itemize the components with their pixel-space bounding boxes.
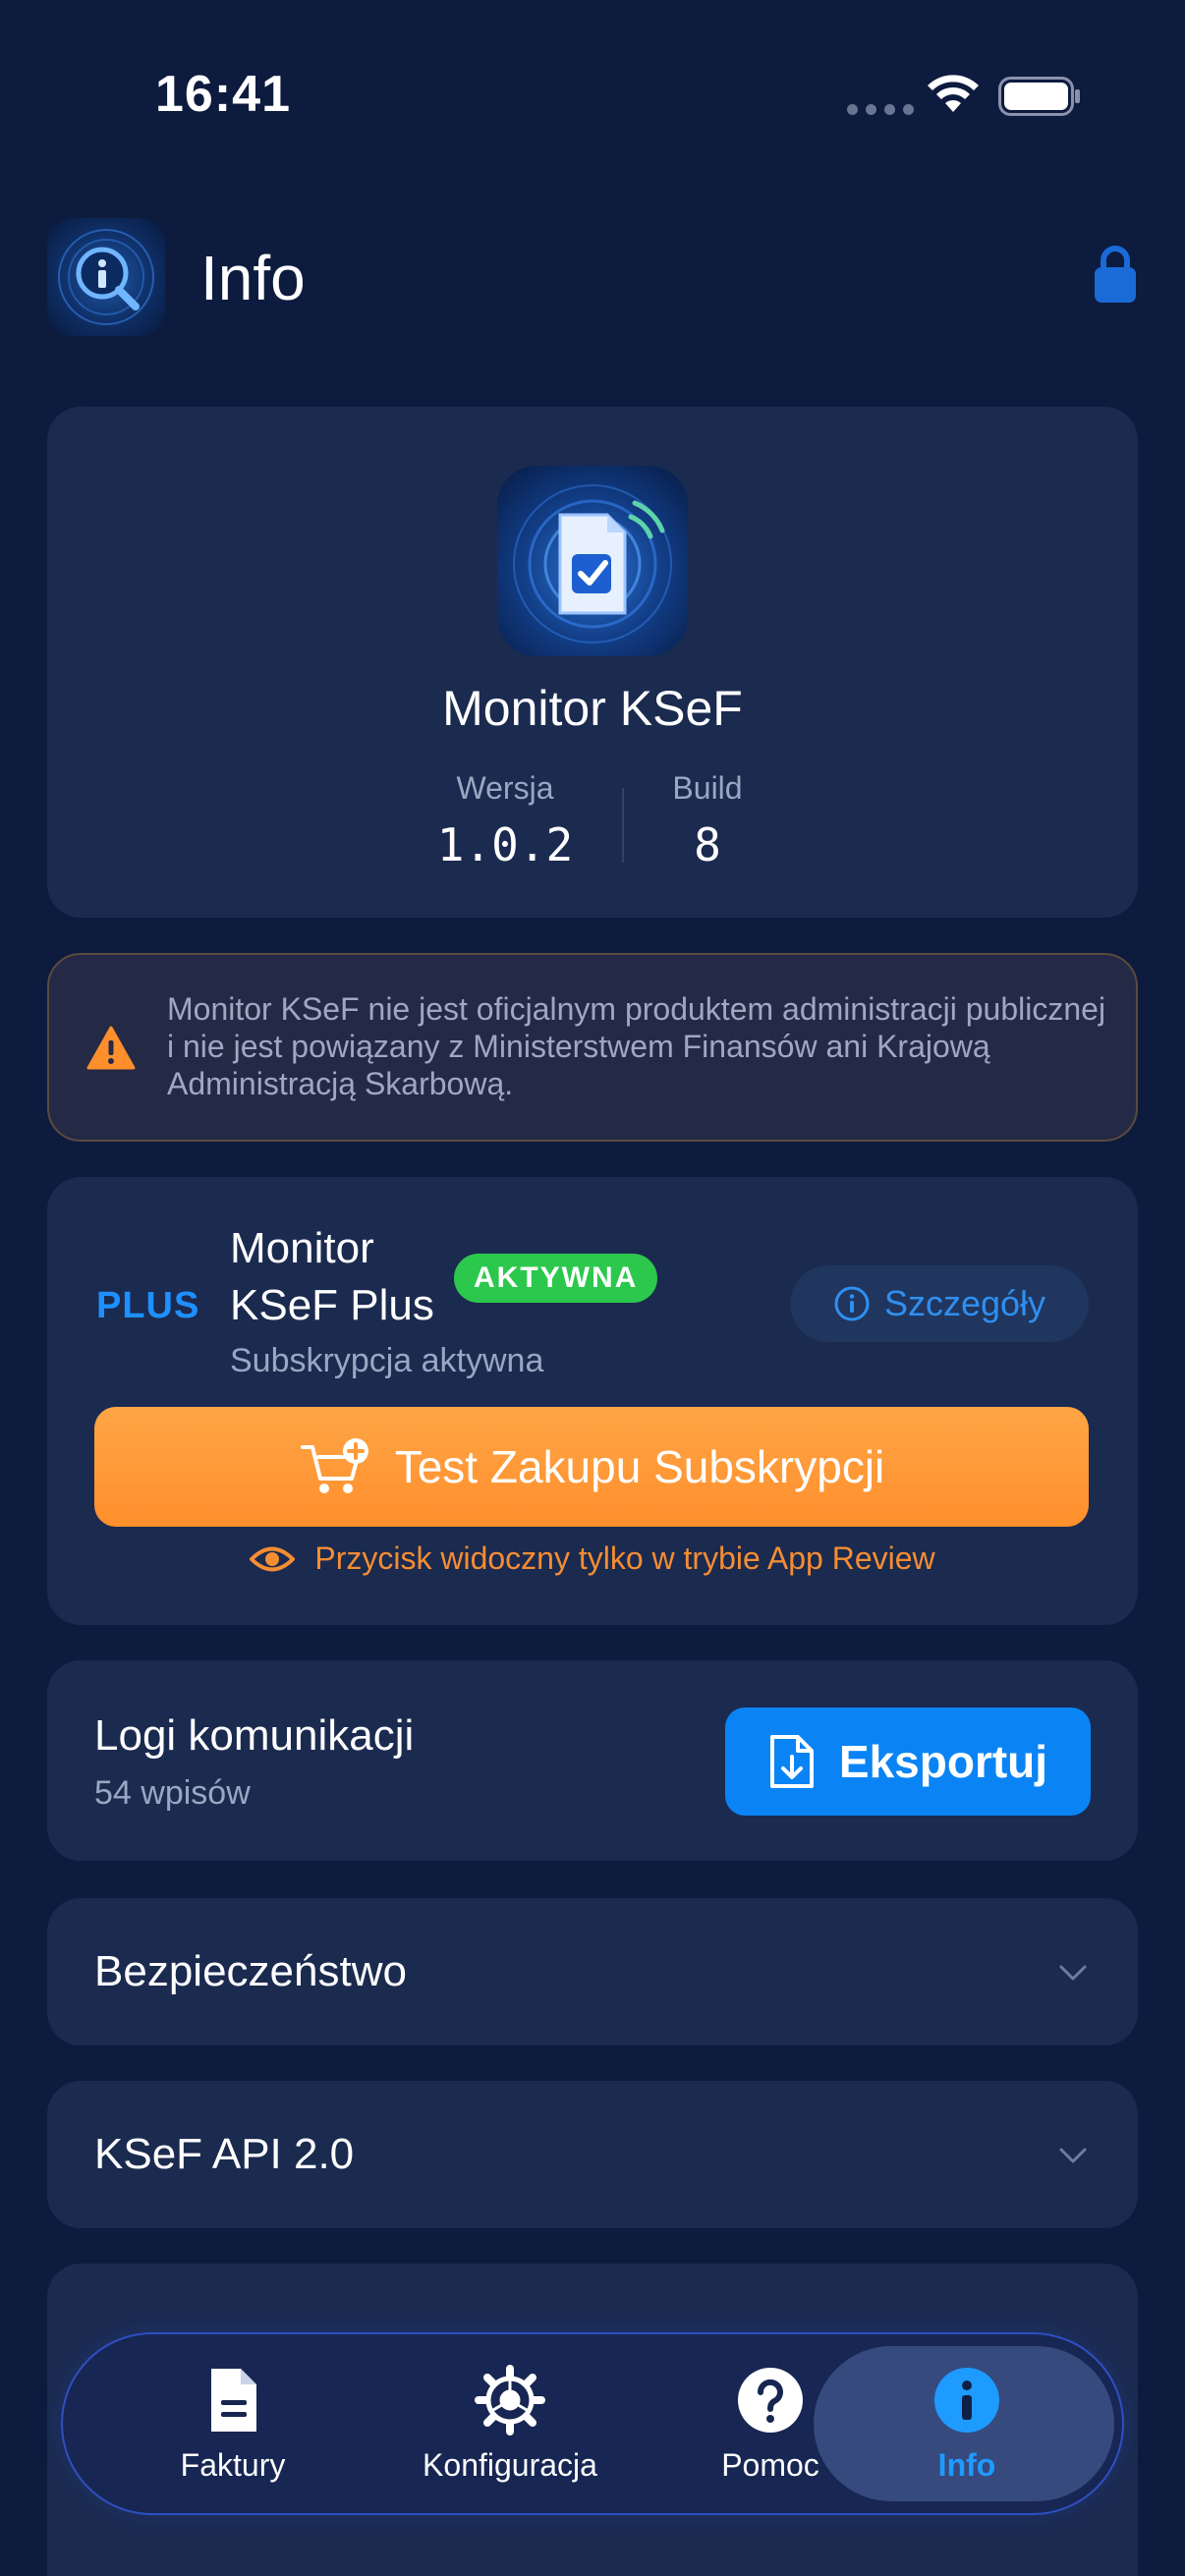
subscription-status: Subskrypcja aktywna xyxy=(230,1342,544,1379)
review-note: Przycisk widoczny tylko w trybie App Rev… xyxy=(47,1540,1138,1577)
chevron-down-icon xyxy=(1059,1965,1087,1981)
page-title: Info xyxy=(200,243,306,313)
app-info-card: Monitor KSeF Wersja 1.0.2 Build 8 xyxy=(47,407,1138,918)
review-note-text: Przycisk widoczny tylko w trybie App Rev… xyxy=(314,1540,935,1576)
status-bar: 16:41 xyxy=(0,0,1185,196)
info-circle-icon xyxy=(834,1286,870,1321)
section-title: KSeF API 2.0 xyxy=(94,2130,355,2178)
lock-icon[interactable] xyxy=(1093,244,1138,305)
header: Info xyxy=(47,218,1138,338)
tab-label: Pomoc xyxy=(721,2446,819,2483)
cart-add-icon xyxy=(300,1438,368,1493)
version-value: 1.0.2 xyxy=(436,818,574,871)
version-label: Wersja xyxy=(456,770,554,806)
gear-icon xyxy=(475,2364,545,2436)
question-circle-icon xyxy=(738,2367,803,2433)
document-download-icon xyxy=(769,1735,814,1788)
build-label: Build xyxy=(672,770,743,806)
eye-icon xyxy=(250,1546,296,1571)
logs-title: Logi komunikacji xyxy=(94,1711,415,1760)
section-title: Bezpieczeństwo xyxy=(94,1947,407,1995)
buy-label: Test Zakupu Subskrypcji xyxy=(394,1441,885,1492)
tab-label: Info xyxy=(937,2446,996,2483)
wifi-icon xyxy=(928,75,979,112)
cellular-signal-icon xyxy=(847,104,914,115)
build-block: Build 8 xyxy=(609,770,806,871)
document-icon xyxy=(211,2368,256,2432)
info-search-icon xyxy=(58,229,154,325)
tab-faktury[interactable]: Faktury xyxy=(120,2334,346,2513)
warning-icon xyxy=(86,1026,136,1070)
export-label: Eksportuj xyxy=(838,1736,1048,1787)
status-badge: AKTYWNA xyxy=(454,1254,658,1303)
info-circle-icon xyxy=(934,2367,999,2433)
details-button[interactable]: Szczegóły xyxy=(790,1265,1089,1342)
chevron-down-icon xyxy=(1059,2148,1087,2163)
plus-badge: PLUS xyxy=(96,1285,200,1326)
tab-konfiguracja[interactable]: Konfiguracja xyxy=(358,2334,662,2513)
tab-label: Konfiguracja xyxy=(423,2446,597,2483)
app-name: Monitor KSeF xyxy=(442,681,743,736)
tab-bar: Faktury Konfiguracja Pomoc Info xyxy=(61,2332,1124,2515)
security-section[interactable]: Bezpieczeństwo xyxy=(47,1898,1138,2045)
battery-icon xyxy=(998,77,1080,116)
build-value: 8 xyxy=(694,818,721,871)
app-icon xyxy=(497,466,688,656)
subscription-title: Monitor KSeF Plus xyxy=(230,1224,434,1329)
logs-card: Logi komunikacji 54 wpisów Eksportuj xyxy=(47,1660,1138,1861)
disclaimer-text: Monitor KSeF nie jest oficjalnym produkt… xyxy=(167,991,1106,1101)
app-logo xyxy=(47,218,165,336)
subscription-card: PLUS Monitor KSeF Plus AKTYWNA Subskrypc… xyxy=(47,1177,1138,1625)
version-block: Wersja 1.0.2 xyxy=(407,770,603,871)
tab-info[interactable]: Info xyxy=(839,2334,1095,2513)
details-label: Szczegóły xyxy=(883,1283,1046,1323)
disclaimer-card: Monitor KSeF nie jest oficjalnym produkt… xyxy=(47,953,1138,1142)
tab-label: Faktury xyxy=(180,2446,286,2483)
ksef-api-section[interactable]: KSeF API 2.0 xyxy=(47,2081,1138,2228)
status-time: 16:41 xyxy=(155,66,291,123)
document-check-icon xyxy=(513,484,672,644)
export-button[interactable]: Eksportuj xyxy=(725,1708,1091,1816)
logs-count: 54 wpisów xyxy=(94,1774,251,1812)
buy-subscription-button[interactable]: Test Zakupu Subskrypcji xyxy=(94,1407,1089,1527)
